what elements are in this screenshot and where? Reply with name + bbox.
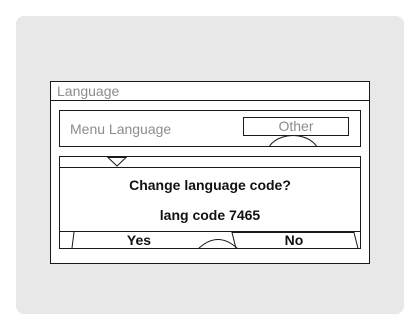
no-button[interactable]: No [236,232,352,248]
dialog-button-bar: Yes No [60,231,360,248]
menu-language-value[interactable]: Other [243,117,349,136]
dialog-divider [60,167,360,168]
dialog-question: Change language code? [129,177,291,193]
title-bar: Language [51,82,369,101]
menu-language-label: Menu Language [70,121,172,137]
selection-arc-decoration [266,135,320,146]
change-code-dialog: Change language code? lang code 7465 Yes… [59,156,361,249]
language-code-text: lang code 7465 [159,207,261,223]
yes-button[interactable]: Yes [74,232,204,248]
menu-title: Language [57,83,120,99]
chevron-down-icon [107,157,127,167]
menu-language-row[interactable]: Menu Language Other [59,110,361,147]
language-menu-window: Language Menu Language Other Change lang… [50,81,370,264]
